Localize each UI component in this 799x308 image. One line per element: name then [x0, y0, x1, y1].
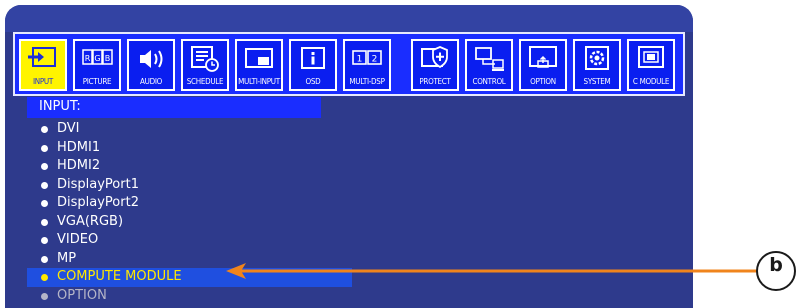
bullet-icon [41, 181, 48, 189]
bullet-icon [41, 292, 48, 300]
option-monitor-icon [529, 46, 557, 68]
rgb-picture-icon: R G B [82, 49, 113, 65]
svg-text:G: G [94, 54, 100, 63]
schedule-icon [191, 46, 219, 72]
tab-label: SYSTEM [583, 77, 611, 86]
list-item-vga[interactable]: VGA(RGB) [27, 213, 687, 232]
menu-toolbar: INPUT R G B PICTURE AUDIO SCHEDULE MULTI… [13, 32, 685, 96]
list-item-dvi[interactable]: DVI [27, 120, 687, 139]
bullet-icon [41, 274, 48, 281]
gear-icon [585, 46, 609, 70]
bullet-icon [41, 255, 48, 263]
tab-label: MULTI-INPUT [238, 77, 280, 86]
multi-display-icon: 1 2 [352, 50, 382, 65]
screenshot: INPUT R G B PICTURE AUDIO SCHEDULE MULTI… [0, 0, 799, 308]
tab-label: PICTURE [82, 77, 112, 86]
tab-label: AUDIO [139, 77, 163, 86]
list-item-displayport2[interactable]: DisplayPort2 [27, 194, 687, 213]
tab-label: MULTI-DSP [349, 77, 385, 86]
bullet-icon [41, 163, 48, 170]
callout-label: b [769, 254, 783, 276]
tab-multi-input[interactable]: MULTI-INPUT [235, 39, 283, 91]
bullet-icon [41, 126, 48, 133]
tab-input[interactable]: INPUT [19, 39, 67, 91]
input-icon [28, 47, 56, 67]
tab-option[interactable]: OPTION [519, 39, 567, 91]
list-item-label: DisplayPort2 [57, 195, 139, 210]
tab-system[interactable]: SYSTEM [573, 39, 621, 91]
input-list: DVI HDMI1 HDMI2 DisplayPort1 DisplayPort… [27, 120, 687, 305]
list-item-label: OPTION [57, 287, 107, 303]
list-item-compute-module[interactable]: COMPUTE MODULE [27, 268, 352, 287]
tab-picture[interactable]: R G B PICTURE [73, 39, 121, 91]
list-item-option: OPTION [27, 287, 687, 306]
tab-c-module[interactable]: C MODULE [627, 39, 675, 91]
list-item-label: DisplayPort1 [57, 176, 139, 192]
tab-label: INPUT [32, 77, 53, 86]
tab-multi-dsp[interactable]: 1 2 MULTI-DSP [343, 39, 391, 91]
computer-network-icon [475, 47, 504, 71]
list-item-label: VGA(RGB) [57, 213, 124, 229]
list-item-mp[interactable]: MP [27, 250, 687, 269]
tab-label: CONTROL [472, 77, 506, 86]
svg-text:B: B [105, 54, 111, 63]
list-item-label: MP [57, 250, 77, 266]
list-item-label: COMPUTE MODULE [57, 269, 182, 284]
svg-text:2: 2 [372, 55, 378, 65]
bullet-icon [41, 237, 48, 244]
info-icon [301, 47, 325, 69]
tab-label: OPTION [530, 77, 556, 86]
tab-label: PROTECT [419, 77, 451, 86]
multi-input-icon [245, 48, 273, 68]
svg-text:R: R [85, 54, 91, 63]
tab-label: SCHEDULE [186, 77, 224, 86]
svg-text:1: 1 [357, 55, 363, 65]
bullet-icon [41, 144, 48, 152]
speaker-icon [140, 50, 163, 68]
tab-osd[interactable]: OSD [289, 39, 337, 91]
tab-schedule[interactable]: SCHEDULE [181, 39, 229, 91]
bullet-icon [41, 200, 48, 207]
list-item-label: DVI [57, 121, 80, 136]
tab-protect[interactable]: PROTECT [411, 39, 459, 91]
section-header: INPUT: [27, 97, 321, 118]
list-item-hdmi2[interactable]: HDMI2 [27, 157, 687, 176]
tab-label: C MODULE [632, 77, 670, 86]
tab-label: OSD [305, 77, 321, 86]
section-title: INPUT: [39, 99, 81, 114]
tab-control[interactable]: CONTROL [465, 39, 513, 91]
shield-plus-icon [421, 46, 448, 69]
list-item-video[interactable]: VIDEO [27, 231, 687, 250]
list-item-label: HDMI2 [57, 158, 101, 173]
bullet-icon [41, 218, 48, 226]
list-item-label: HDMI1 [57, 139, 101, 155]
osd-menu: INPUT R G B PICTURE AUDIO SCHEDULE MULTI… [5, 5, 693, 308]
list-item-label: VIDEO [57, 232, 99, 247]
list-item-displayport1[interactable]: DisplayPort1 [27, 176, 687, 195]
compute-module-icon [638, 46, 664, 68]
list-item-hdmi1[interactable]: HDMI1 [27, 139, 687, 158]
osd-title-bar [5, 5, 693, 32]
tab-audio[interactable]: AUDIO [127, 39, 175, 91]
